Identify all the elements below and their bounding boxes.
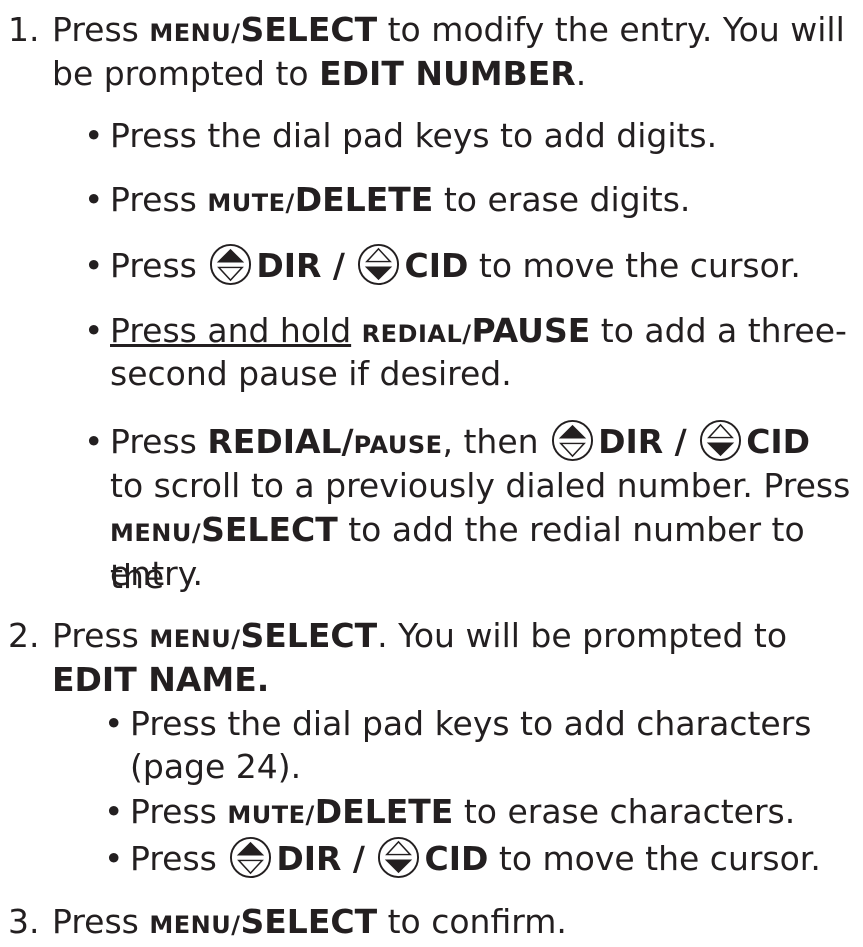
bullet-text: , then (442, 422, 539, 461)
dir-up-key-icon (209, 243, 252, 286)
list-item: • Press DIR / CID to move the cursor. (104, 836, 821, 880)
bullet-text: to scroll to a previously dialed number.… (110, 466, 851, 505)
step-text-press: Press (52, 10, 139, 49)
prompt-edit-name: EDIT NAME. (52, 660, 270, 699)
cid-down-key-icon (699, 419, 742, 462)
list-item-continuation: entry. (110, 552, 203, 595)
step-number: 3. (8, 902, 40, 941)
key-delete: DELETE (294, 180, 434, 219)
bullet-text: Press (110, 180, 197, 219)
key-cid: CID (424, 839, 489, 878)
key-select: SELECT (240, 10, 378, 49)
bullet-text: to move the cursor. (498, 839, 821, 878)
bullet-dot: • (84, 311, 104, 350)
list-item: • Press MUTE/DELETE to erase characters. (104, 790, 795, 837)
list-item-continuation: (page 24). (130, 745, 301, 788)
list-item-continuation: second pause if desired. (110, 352, 512, 395)
cid-down-key-icon (377, 836, 420, 879)
key-select: SELECT (240, 616, 378, 655)
bullet-dot: • (84, 116, 104, 155)
key-dir: DIR / (598, 422, 687, 461)
list-item: • Press and hold REDIAL/PAUSE to add a th… (84, 309, 847, 356)
step-text-press: Press (52, 902, 139, 941)
step-number: 2. (8, 616, 40, 655)
key-cid: CID (746, 422, 811, 461)
step-text: to confirm. (387, 902, 567, 941)
bullet-dot: • (104, 704, 124, 743)
bullet-text: entry. (110, 554, 204, 593)
key-mute: MUTE/ (227, 801, 315, 829)
key-menu: MENU/ (149, 911, 241, 939)
key-pause: PAUSE (471, 311, 591, 350)
step-text: be prompted to (52, 54, 309, 93)
bullet-text: Press (130, 792, 217, 831)
bullet-text: (page 24). (130, 747, 302, 786)
key-redial: REDIAL/ (361, 320, 472, 348)
key-mute: MUTE/ (207, 189, 295, 217)
bullet-dot: • (104, 792, 124, 831)
key-select: SELECT (240, 902, 378, 941)
dir-up-key-icon (229, 836, 272, 879)
bullet-text: second pause if desired. (110, 354, 512, 393)
bullet-dot: • (84, 422, 104, 461)
list-item: • Press the dial pad keys to add digits. (84, 114, 717, 157)
key-menu: MENU/ (149, 625, 241, 653)
bullet-dot: • (84, 180, 104, 219)
bullet-text: to erase characters. (463, 792, 796, 831)
key-dir: DIR / (276, 839, 365, 878)
step-3: 3. Press MENU/SELECT to confirm. (8, 900, 567, 947)
key-cid: CID (404, 246, 469, 285)
cid-down-key-icon (357, 243, 400, 286)
step-1: 1. Press MENU/SELECT to modify the entry.… (8, 8, 845, 55)
step-2: 2. Press MENU/SELECT. You will be prompte… (8, 614, 787, 661)
key-redial: REDIAL/ (207, 422, 354, 461)
step-text-press: Press (52, 616, 139, 655)
step-number: 1. (8, 10, 40, 49)
step-text: . (575, 54, 587, 93)
bullet-text: Press (110, 422, 197, 461)
bullet-text: Press the dial pad keys to add digits. (110, 116, 718, 155)
key-pause: PAUSE (353, 431, 443, 459)
list-item-continuation: MENU/SELECT to add the redial number to … (110, 508, 863, 598)
step-2-line-2: EDIT NAME. (52, 658, 852, 701)
list-item-continuation: to scroll to a previously dialed number.… (110, 464, 850, 507)
key-menu: MENU/ (110, 519, 202, 547)
bullet-text: to erase digits. (443, 180, 691, 219)
prompt-edit-number: EDIT NUMBER (319, 54, 576, 93)
bullet-text: to move the cursor. (478, 246, 801, 285)
key-dir: DIR / (256, 246, 345, 285)
bullet-dot: • (104, 839, 124, 878)
list-item: • Press MUTE/DELETE to erase digits. (84, 178, 690, 225)
bullet-text: to add a three- (600, 311, 847, 350)
bullet-text: Press (130, 839, 217, 878)
list-item: • Press the dial pad keys to add characte… (104, 702, 811, 745)
key-delete: DELETE (314, 792, 454, 831)
bullet-text: Press the dial pad keys to add character… (130, 704, 812, 743)
step-text: to modify the entry. You will (387, 10, 845, 49)
bullet-dot: • (84, 246, 104, 285)
dir-up-key-icon (551, 419, 594, 462)
list-item: • Press DIR / CID to move the cursor. (84, 243, 801, 287)
bullet-text: Press (110, 246, 197, 285)
bullet-text-underlined: Press and hold (110, 311, 352, 350)
step-text: . You will be prompted to (377, 616, 788, 655)
key-select: SELECT (201, 510, 338, 549)
step-1-line-2: be prompted to EDIT NUMBER. (52, 52, 852, 95)
key-menu: MENU/ (149, 19, 241, 47)
list-item: • Press REDIAL/PAUSE, then DIR / CID (84, 419, 810, 467)
